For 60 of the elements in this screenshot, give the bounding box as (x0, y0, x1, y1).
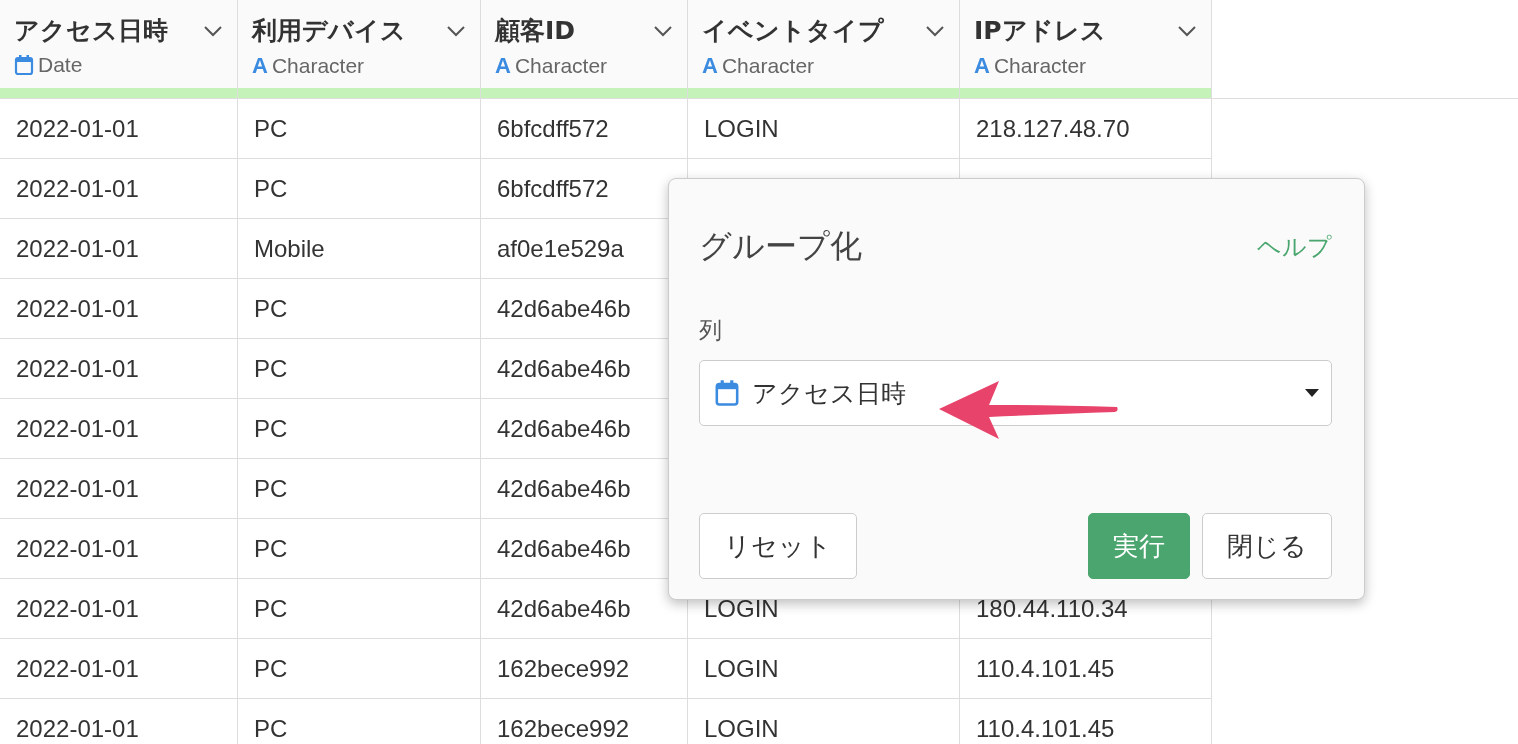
table-cell: 2022-01-01 (0, 518, 238, 578)
table-cell: PC (238, 638, 481, 698)
calendar-icon (14, 54, 34, 76)
table-cell: LOGIN (688, 98, 960, 158)
table-cell: PC (238, 398, 481, 458)
table-cell: LOGIN (688, 638, 960, 698)
chevron-down-icon[interactable] (446, 24, 466, 37)
table-cell: 2022-01-01 (0, 278, 238, 338)
column-title: アクセス日時 (14, 15, 168, 47)
character-type-icon: A (702, 53, 718, 79)
character-type-icon: A (252, 53, 268, 79)
table-cell: 2022-01-01 (0, 98, 238, 158)
table-cell: PC (238, 518, 481, 578)
character-type-icon: A (495, 53, 511, 79)
column-select[interactable]: アクセス日時 (699, 360, 1332, 426)
table-cell: PC (238, 158, 481, 218)
column-type: Character (993, 54, 1087, 78)
table-cell: LOGIN (688, 698, 960, 744)
table-cell: 2022-01-01 (0, 698, 238, 744)
column-header[interactable]: 顧客ID A Character (481, 0, 688, 88)
dialog-button[interactable]: リセット (699, 513, 857, 579)
column-header[interactable]: 利用デバイス A Character (238, 0, 481, 88)
column-type: Character (514, 54, 608, 78)
table-cell: PC (238, 698, 481, 744)
column-type: Character (721, 54, 815, 78)
dialog-title: グループ化 (699, 226, 862, 267)
table-cell: Mobile (238, 218, 481, 278)
table-cell: 2022-01-01 (0, 638, 238, 698)
column-title: 利用デバイス (252, 15, 406, 47)
column-header[interactable]: IPアドレス A Character (960, 0, 1212, 88)
column-header[interactable]: アクセス日時 Date (0, 0, 238, 88)
table-cell: PC (238, 338, 481, 398)
table-cell: PC (238, 98, 481, 158)
chevron-down-icon[interactable] (653, 24, 673, 37)
chevron-down-icon[interactable] (1177, 24, 1197, 37)
table-cell: 2022-01-01 (0, 398, 238, 458)
table-cell: 6bfcdff572 (481, 98, 688, 158)
table-cell: 2022-01-01 (0, 158, 238, 218)
table-cell: 2022-01-01 (0, 338, 238, 398)
table-cell: PC (238, 278, 481, 338)
column-type: Date (38, 53, 83, 77)
chevron-down-icon[interactable] (925, 24, 945, 37)
column-type: Character (271, 54, 365, 78)
table-cell: PC (238, 578, 481, 638)
column-title: 顧客ID (495, 15, 576, 47)
table-cell: 162bece992 (481, 638, 688, 698)
field-label: 列 (699, 316, 723, 345)
table-cell: 2022-01-01 (0, 578, 238, 638)
dialog-button[interactable]: 閉じる (1202, 513, 1332, 579)
table-cell: 162bece992 (481, 698, 688, 744)
column-title: IPアドレス (974, 15, 1106, 47)
dropdown-caret-icon (1305, 389, 1319, 397)
column-title: イベントタイプ (702, 15, 884, 47)
column-header[interactable]: イベントタイプ A Character (688, 0, 960, 88)
chevron-down-icon[interactable] (203, 24, 223, 37)
table-cell: 2022-01-01 (0, 218, 238, 278)
table-cell: 2022-01-01 (0, 458, 238, 518)
table-cell: PC (238, 458, 481, 518)
character-type-icon: A (974, 53, 990, 79)
calendar-icon (714, 379, 740, 407)
